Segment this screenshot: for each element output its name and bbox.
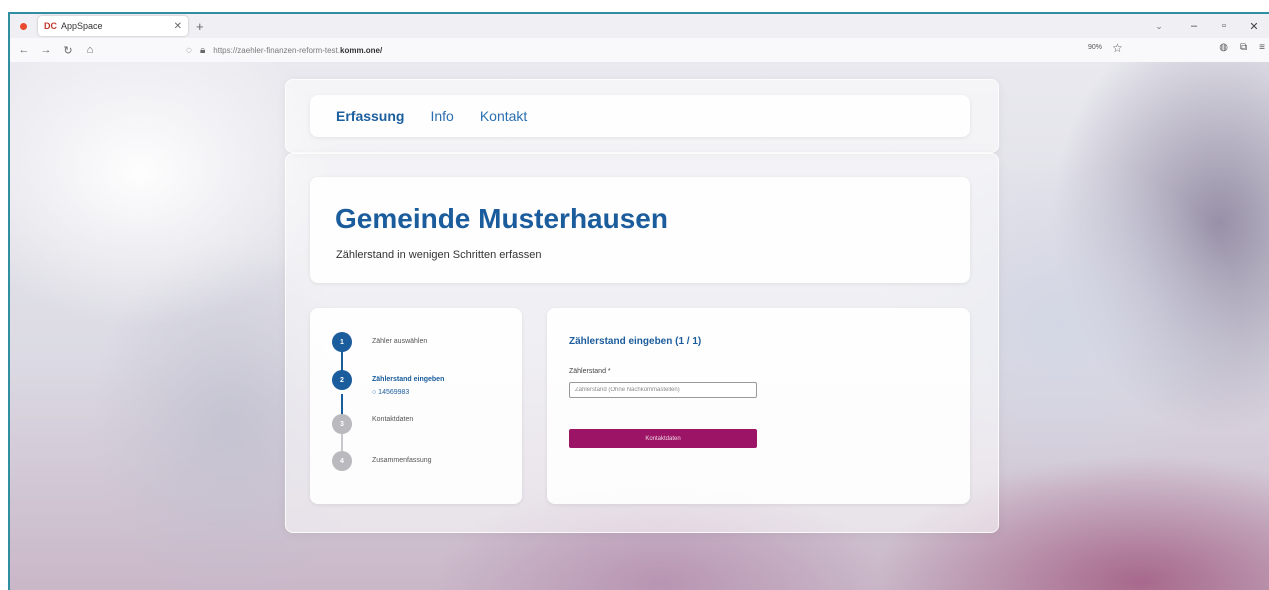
browser-toolbar: ← → ↻ ⌂ ◌ 🔒︎ https://zaehler-finanzen-re… — [10, 38, 1269, 63]
minimize-icon[interactable]: – — [1179, 20, 1209, 32]
lock-icon[interactable]: 🔒︎ — [200, 45, 205, 56]
meter-reading-label: Zählerstand * — [569, 368, 611, 375]
firefox-icon[interactable] — [16, 15, 30, 37]
pocket-icon[interactable]: ◍ — [1219, 42, 1228, 53]
step-label: Zusammenfassung — [372, 457, 432, 464]
back-icon[interactable]: ← — [16, 44, 32, 56]
nav-item-kontakt[interactable]: Kontakt — [480, 108, 527, 124]
browser-tab[interactable]: DC AppSpace ✕ — [38, 16, 188, 36]
step-label: Zähler auswählen — [372, 338, 428, 345]
toolbar-right-icons: ◍ ⧉ ≡ — [1219, 42, 1265, 53]
tab-title: AppSpace — [61, 21, 103, 31]
new-tab-icon[interactable]: + — [196, 19, 204, 34]
star-icon[interactable]: ☆ — [1112, 41, 1123, 55]
zoom-level[interactable]: 90% — [1088, 44, 1102, 51]
tab-bar: DC AppSpace ✕ + ⌄ – ▫ ✕ — [10, 14, 1269, 38]
url-host: komm.one/ — [340, 45, 383, 55]
web-page: Erfassung Info Kontakt Gemeinde Musterha… — [10, 62, 1269, 590]
url-prefix: https://zaehler-finanzen-reform-test. — [213, 45, 340, 55]
step-1[interactable]: 1 Zähler auswählen — [332, 332, 427, 352]
home-icon[interactable]: ⌂ — [82, 44, 98, 56]
step-label: Zählerstand eingeben — [372, 376, 445, 383]
stepper: 1 Zähler auswählen 2 Zählerstand eingebe… — [310, 308, 522, 504]
step-text: Zählerstand eingeben ○ 14569983 — [372, 370, 444, 396]
address-bar[interactable]: ◌ 🔒︎ https://zaehler-finanzen-reform-tes… — [186, 41, 1086, 59]
meter-reading-form: Zählerstand eingeben (1 / 1) Zählerstand… — [547, 308, 970, 504]
step-3[interactable]: 3 Kontaktdaten — [332, 414, 413, 434]
meter-number: ○ 14569983 — [372, 389, 410, 396]
close-tab-icon[interactable]: ✕ — [174, 21, 182, 32]
meter-reading-input[interactable] — [569, 382, 757, 398]
tab-favicon: DC — [44, 21, 57, 31]
page-subtitle: Zählerstand in wenigen Schritten erfasse… — [336, 249, 542, 261]
close-window-icon[interactable]: ✕ — [1239, 20, 1269, 33]
step-number: 2 — [332, 370, 352, 390]
contact-data-button[interactable]: Kontaktdaten — [569, 429, 757, 448]
maximize-icon[interactable]: ▫ — [1209, 20, 1239, 32]
step-number: 4 — [332, 451, 352, 471]
shield-icon[interactable]: ◌ — [186, 45, 192, 56]
reload-icon[interactable]: ↻ — [60, 44, 76, 57]
tab-list-chevron-icon[interactable]: ⌄ — [1139, 21, 1179, 32]
forward-icon[interactable]: → — [38, 44, 54, 56]
step-label: Kontaktdaten — [372, 416, 414, 423]
window-controls: ⌄ – ▫ ✕ — [1139, 14, 1269, 38]
step-number: 1 — [332, 332, 352, 352]
nav-item-info[interactable]: Info — [430, 108, 453, 124]
main-navigation: Erfassung Info Kontakt — [310, 95, 970, 137]
step-4[interactable]: 4 Zusammenfassung — [332, 451, 432, 471]
nav-item-erfassung[interactable]: Erfassung — [336, 108, 404, 124]
browser-window: DC AppSpace ✕ + ⌄ – ▫ ✕ ← → ↻ ⌂ ◌ 🔒︎ htt… — [8, 12, 1269, 590]
step-2[interactable]: 2 Zählerstand eingeben ○ 14569983 — [332, 370, 444, 396]
page-title: Gemeinde Musterhausen — [335, 203, 668, 234]
form-heading: Zählerstand eingeben (1 / 1) — [569, 336, 702, 347]
step-number: 3 — [332, 414, 352, 434]
hero-card: Gemeinde Musterhausen Zählerstand in wen… — [310, 177, 970, 283]
extensions-icon[interactable]: ⧉ — [1240, 42, 1247, 53]
menu-icon[interactable]: ≡ — [1259, 42, 1265, 53]
